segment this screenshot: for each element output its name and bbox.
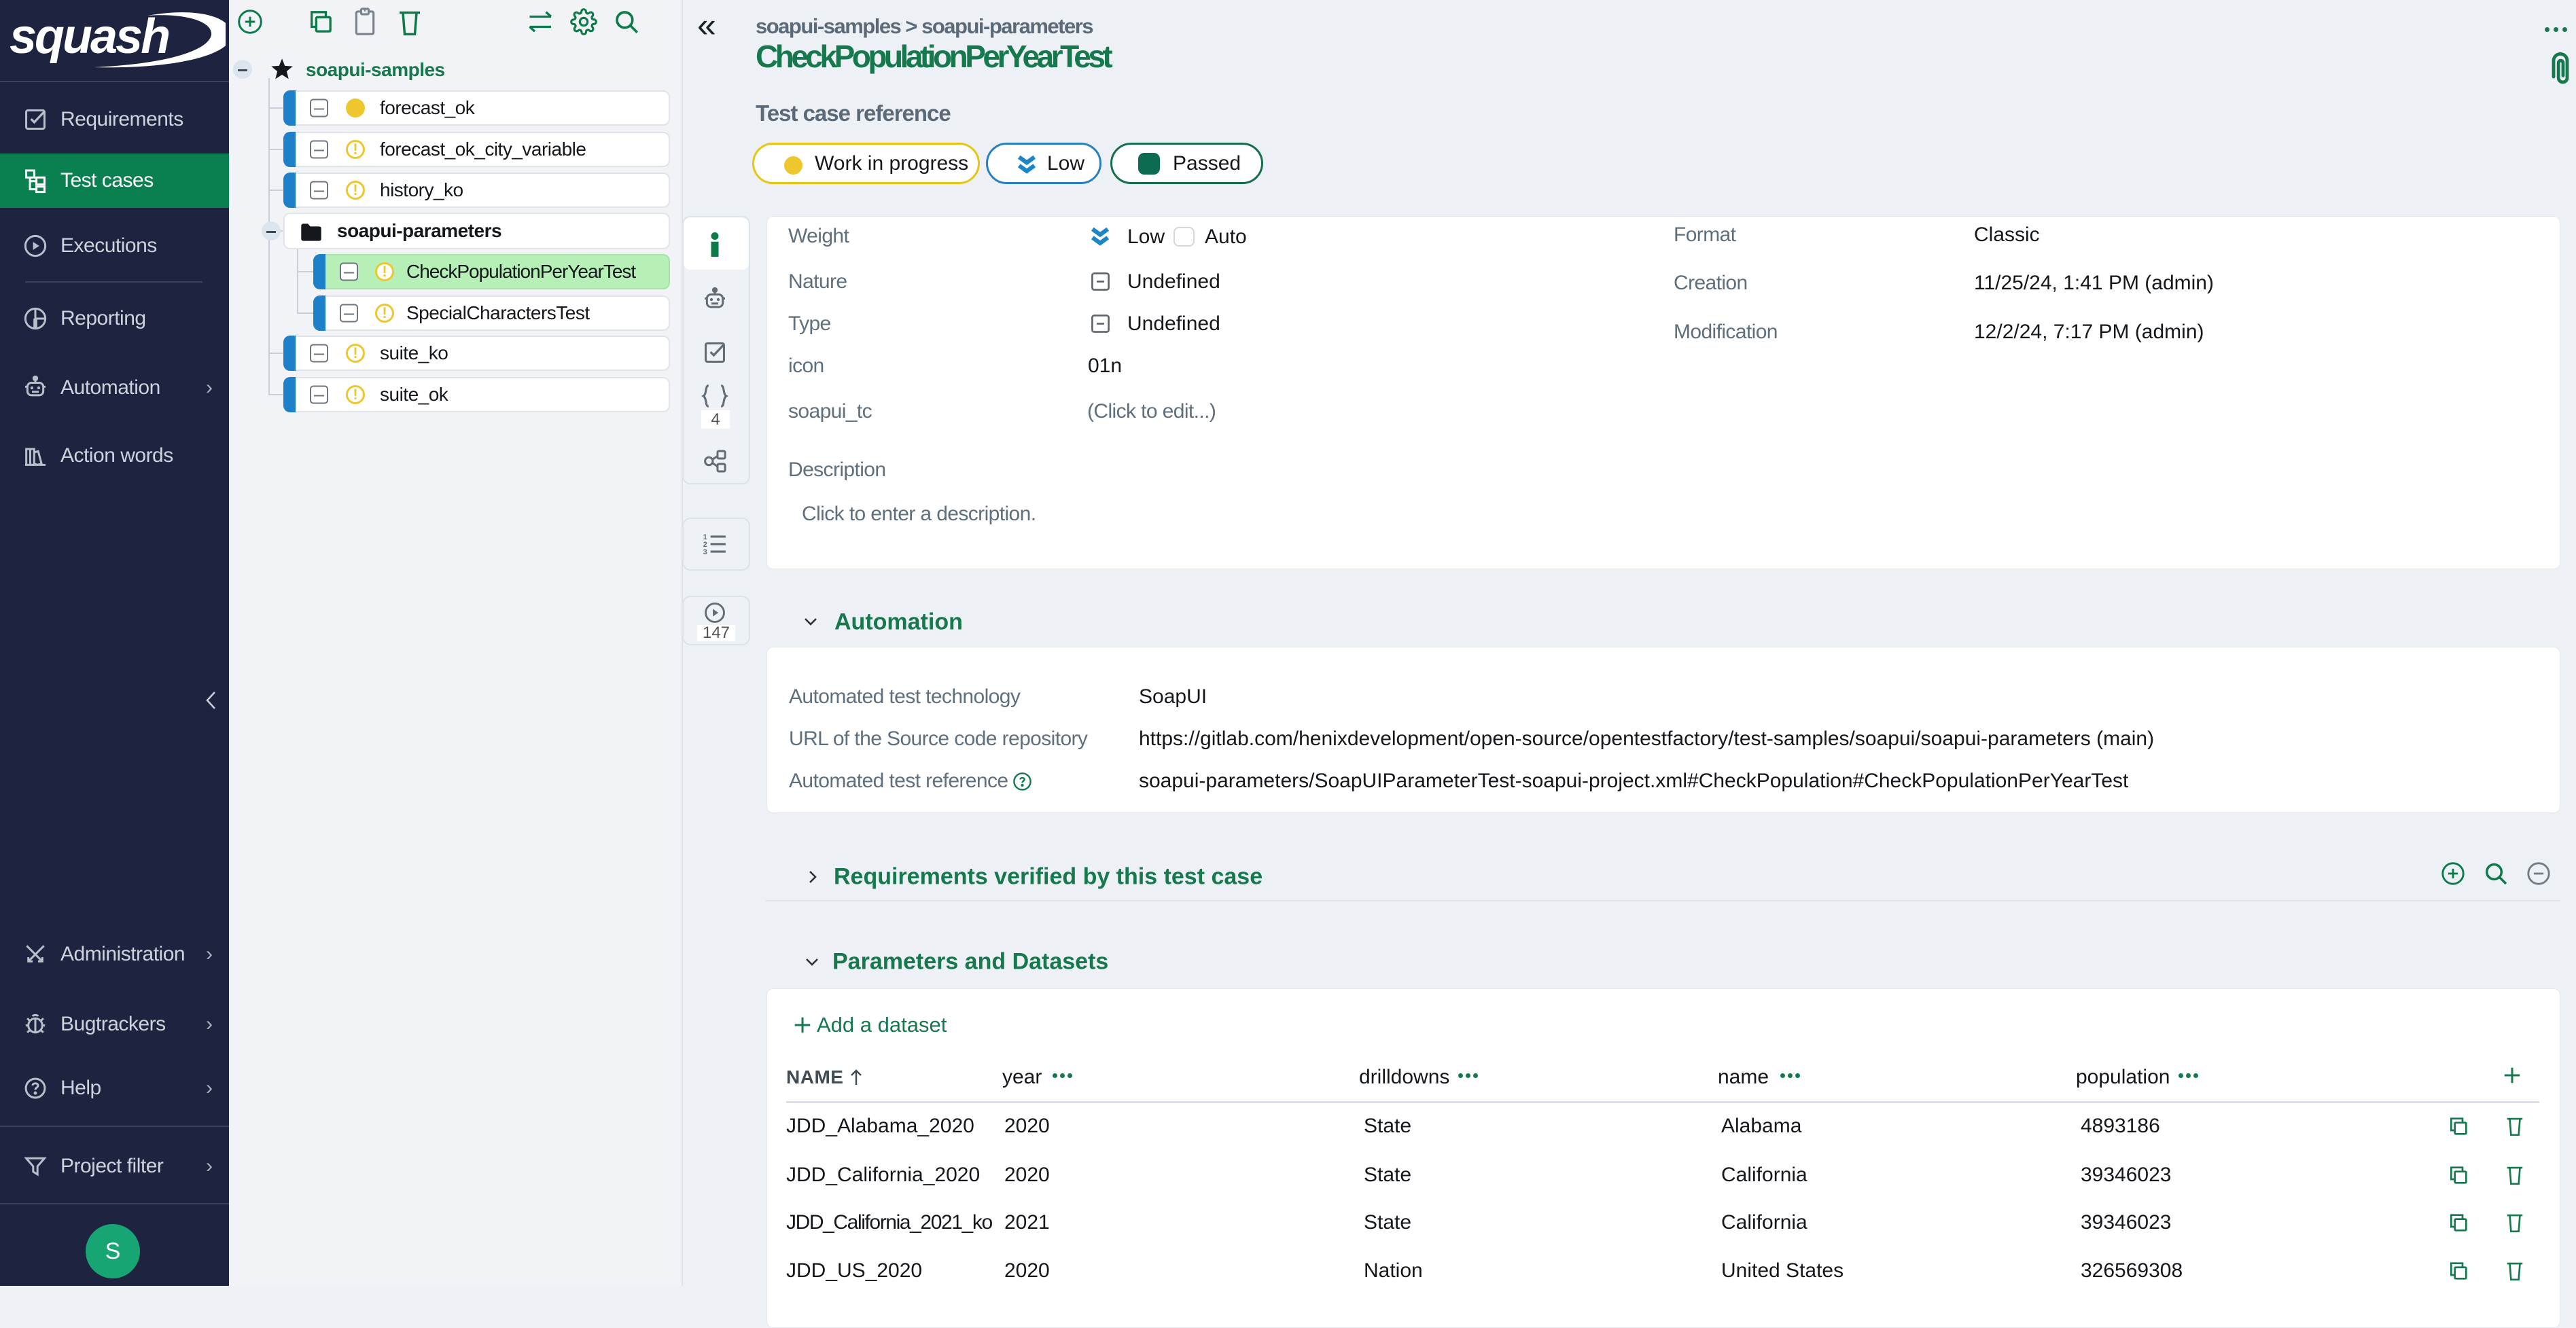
svg-text:squash: squash [10,10,169,64]
svg-text:3: 3 [703,548,707,556]
